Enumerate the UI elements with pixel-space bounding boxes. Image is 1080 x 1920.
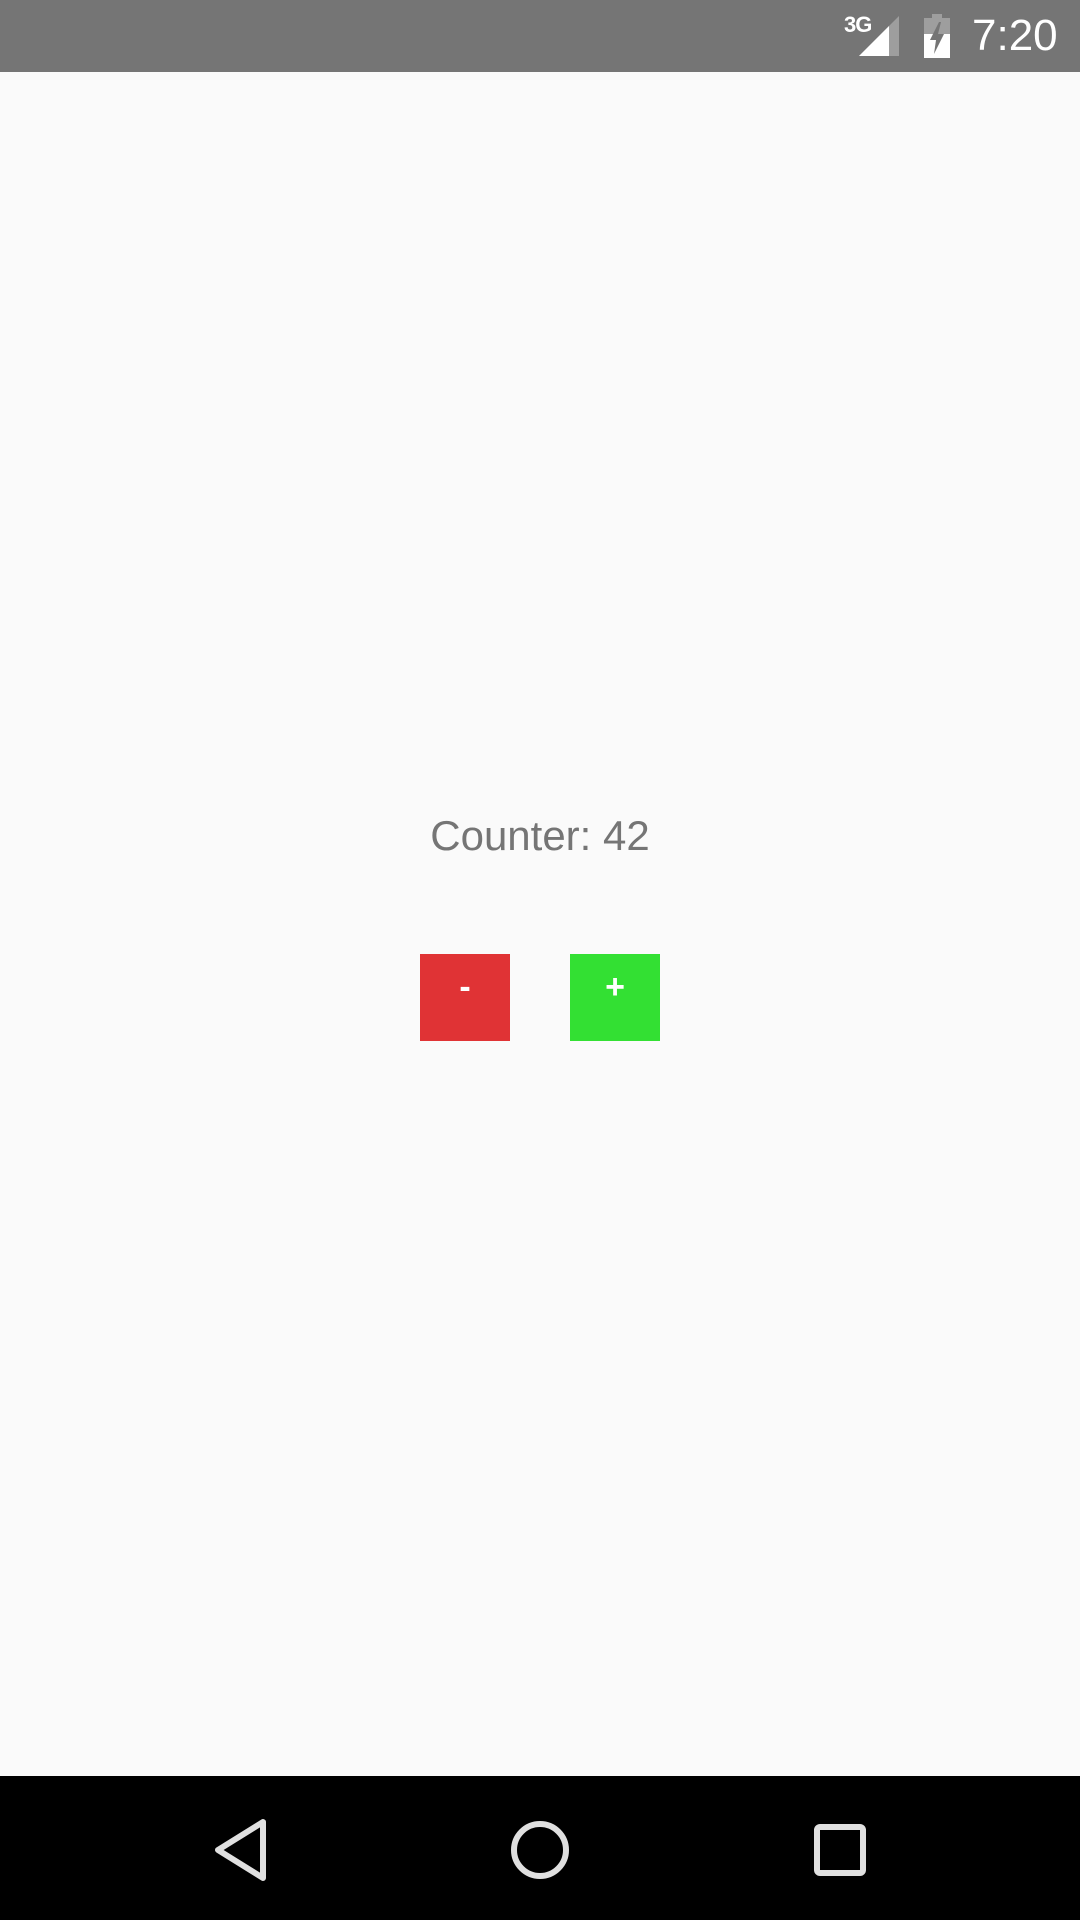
battery-charging-icon: [924, 14, 950, 58]
recents-icon[interactable]: [790, 1798, 890, 1898]
increment-button[interactable]: +: [570, 954, 660, 1041]
back-icon[interactable]: [191, 1798, 291, 1898]
counter-label: Counter: 42: [430, 812, 650, 859]
increment-label: +: [605, 968, 625, 1006]
navigation-bar: [0, 1776, 1080, 1920]
status-clock: 7:20: [972, 11, 1058, 60]
status-bar: 3G 7:20: [0, 0, 1080, 72]
home-icon[interactable]: [490, 1798, 590, 1898]
decrement-button[interactable]: -: [420, 954, 510, 1041]
signal-icon: [859, 16, 899, 56]
decrement-label: -: [459, 968, 471, 1006]
